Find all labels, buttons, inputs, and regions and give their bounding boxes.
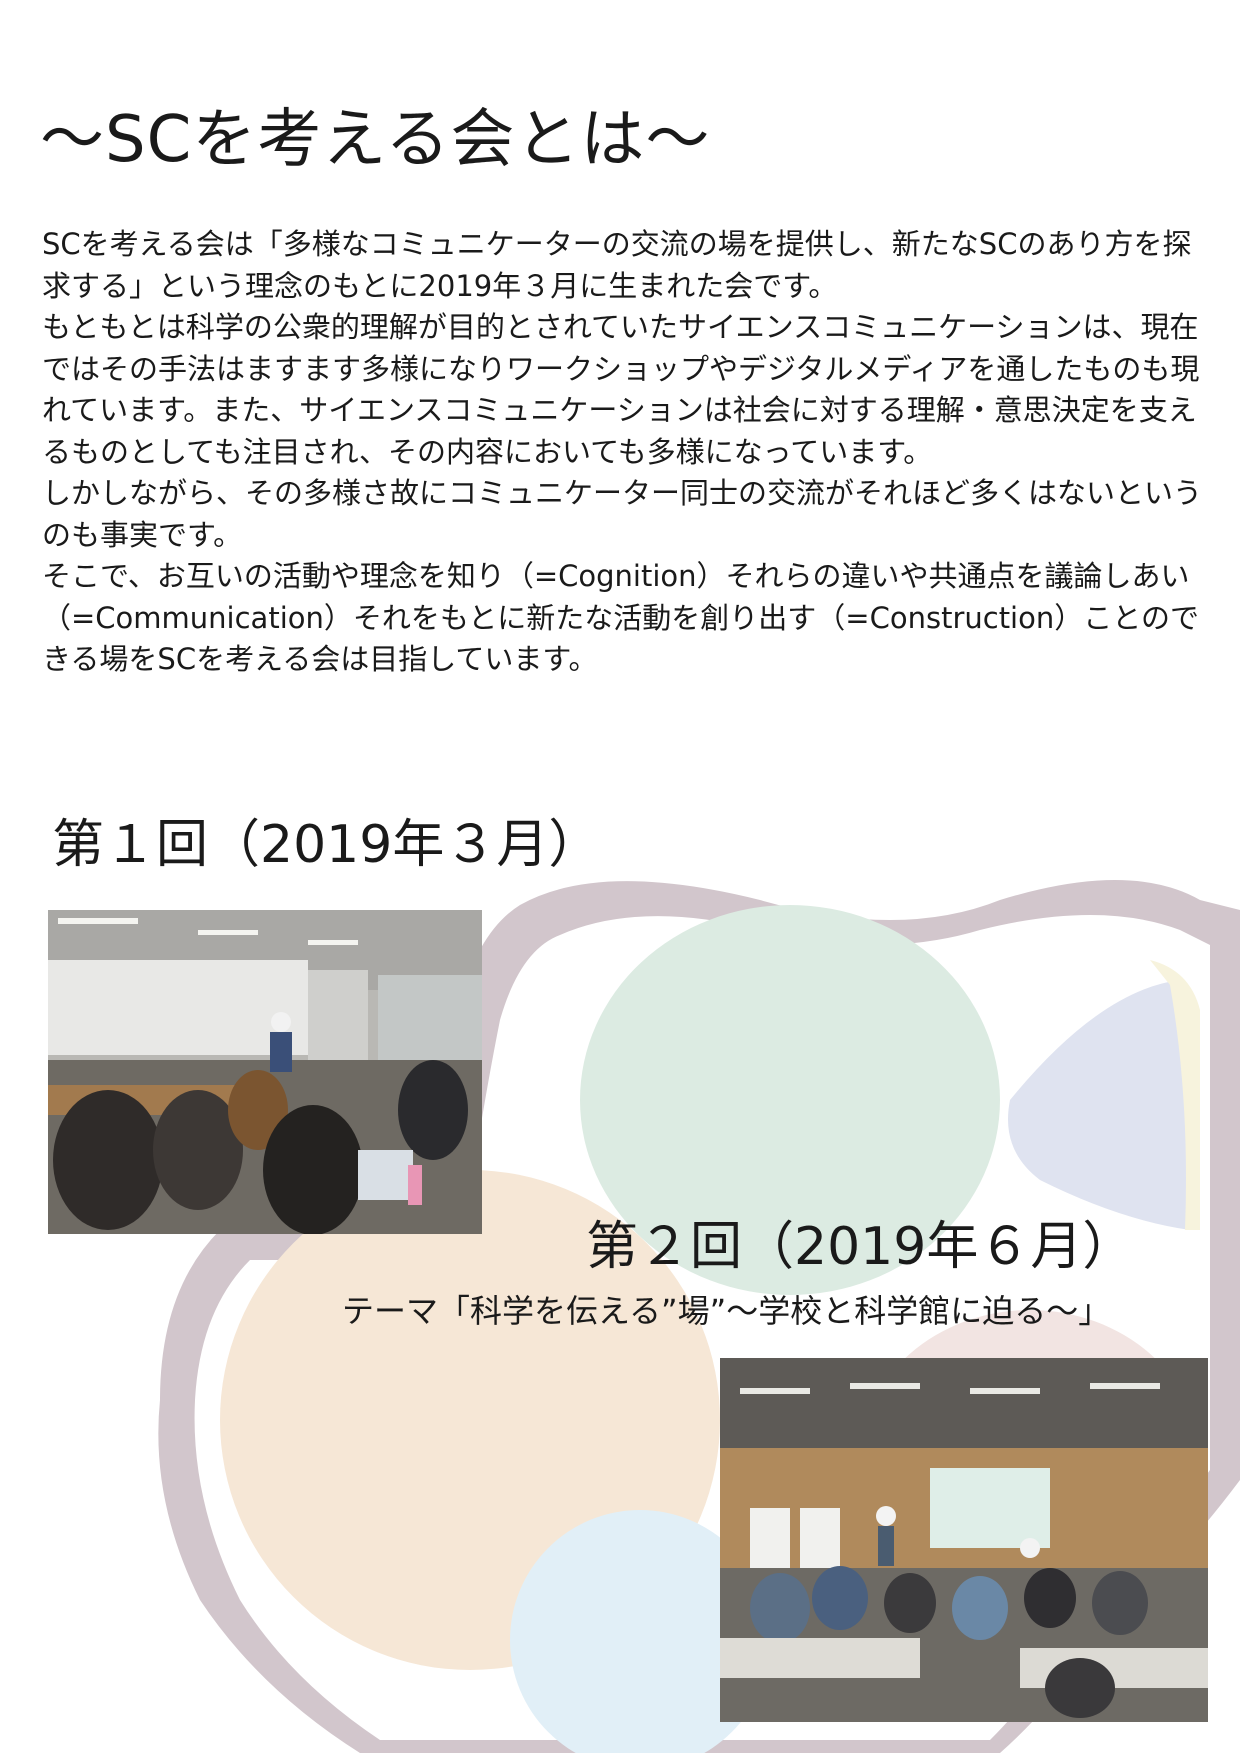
session-1-photo: [48, 910, 482, 1234]
intro-paragraph: そこで、お互いの活動や理念を知り（=Cognition）それらの違いや共通点を議…: [42, 559, 1199, 676]
session-2-photo: [720, 1358, 1208, 1722]
intro-paragraph: しかしながら、その多様さ故にコミュニケーター同士の交流がそれほど多くはないという…: [42, 476, 1203, 552]
intro-text: SCを考える会は「多様なコミュニケーターの交流の場を提供し、新たなSCのあり方を…: [42, 224, 1212, 681]
session-1-heading: 第１回（2019年３月）: [52, 815, 601, 875]
intro-paragraph: もともとは科学の公衆的理解が目的とされていたサイエンスコミュニケーションは、現在…: [42, 310, 1200, 469]
session-2-heading: 第２回（2019年６月）: [586, 1217, 1135, 1277]
page-title: 〜SCを考える会とは〜: [40, 103, 711, 177]
intro-paragraph: SCを考える会は「多様なコミュニケーターの交流の場を提供し、新たなSCのあり方を…: [42, 227, 1192, 303]
session-2-theme: テーマ「科学を伝える”場”〜学校と科学館に迫る〜」: [342, 1292, 1111, 1330]
